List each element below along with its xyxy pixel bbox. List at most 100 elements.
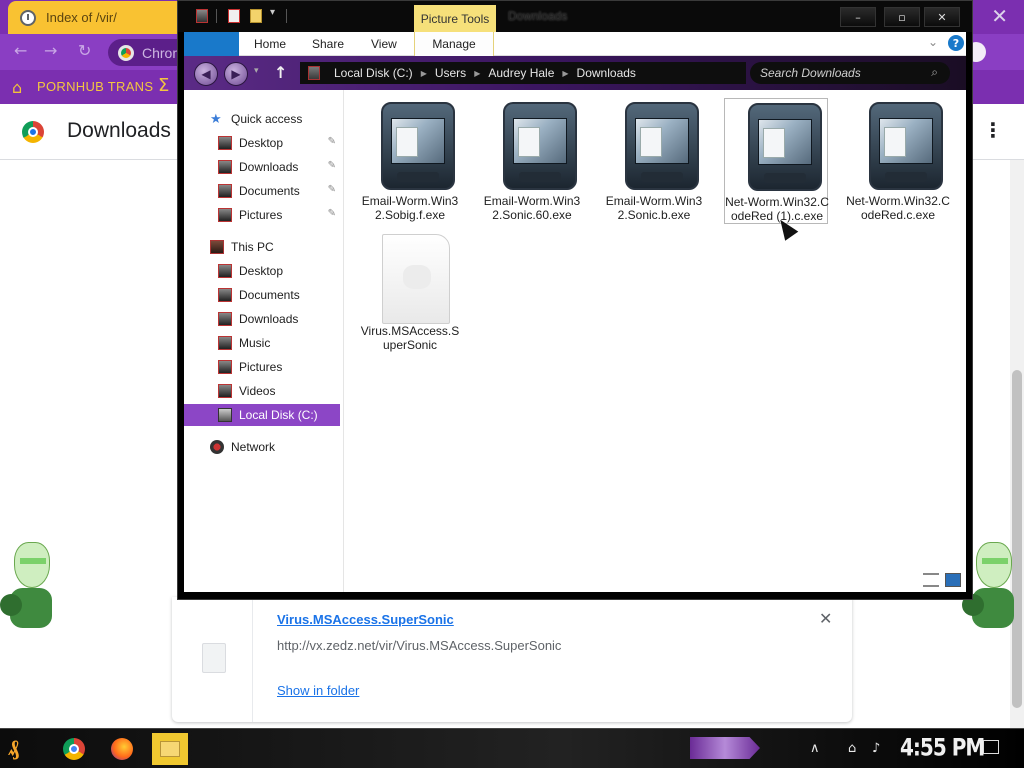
reload-icon[interactable]: ↻ — [78, 41, 91, 60]
chevron-right-icon[interactable]: ▶ — [474, 69, 480, 78]
close-button[interactable]: ✕ — [924, 7, 960, 27]
page-scrollbar[interactable] — [1010, 160, 1024, 728]
tab-manage[interactable]: Manage — [414, 32, 494, 56]
tab-home[interactable]: Home — [254, 32, 286, 56]
music-icon — [218, 336, 232, 350]
recent-locations-icon[interactable]: ▾ — [254, 66, 259, 76]
chrome-close-icon[interactable]: ✕ — [991, 4, 1008, 28]
clock[interactable]: 4:55 PM — [900, 733, 985, 762]
file-item[interactable]: Virus.MSAccess.SuperSonic — [358, 228, 462, 354]
search-icon[interactable]: ⌕ — [931, 65, 938, 80]
maximize-button[interactable]: ▫ — [884, 7, 920, 27]
file-item[interactable]: Email-Worm.Win32.Sonic.b.exe — [602, 98, 706, 224]
nav-label: Music — [239, 336, 271, 350]
folder-icon — [160, 741, 180, 757]
network-tray-icon[interactable]: ⌂ — [848, 741, 856, 756]
forward-button[interactable]: ▶ — [224, 62, 248, 86]
file-item[interactable]: Email-Worm.Win32.Sonic.60.exe — [480, 98, 584, 224]
card-divider — [252, 597, 253, 722]
desktop-icon — [218, 136, 232, 150]
documents-icon — [218, 288, 232, 302]
new-folder-icon[interactable] — [250, 9, 262, 23]
nav-pc-documents[interactable]: Documents — [184, 284, 340, 306]
nav-pc-videos[interactable]: Videos — [184, 380, 340, 402]
minimize-button[interactable]: – — [840, 7, 876, 27]
pin-icon[interactable]: ✎ — [328, 136, 336, 147]
nav-quick-pictures[interactable]: Pictures ✎ — [184, 204, 340, 226]
more-menu-icon[interactable]: ⋮ — [983, 118, 1003, 142]
bookmark-item[interactable]: PORNHUB TRANS — [37, 79, 153, 94]
breadcrumb-item[interactable]: Audrey Hale — [488, 66, 554, 80]
qat-dropdown-icon[interactable]: ▾ — [270, 7, 282, 21]
tab-view[interactable]: View — [371, 32, 397, 56]
nav-network[interactable]: Network — [184, 436, 340, 458]
show-in-folder-link[interactable]: Show in folder — [277, 683, 359, 698]
taskbar-decoration — [690, 737, 760, 759]
start-button[interactable]: ₰ — [8, 735, 40, 763]
nav-label: Videos — [239, 384, 276, 398]
nav-pc-downloads[interactable]: Downloads — [184, 308, 340, 330]
nav-quick-access[interactable]: ★ Quick access — [184, 108, 340, 130]
search-box[interactable]: ⌕ — [750, 62, 950, 84]
network-icon — [210, 440, 224, 454]
nav-quick-documents[interactable]: Documents ✎ — [184, 180, 340, 202]
explorer-titlebar[interactable]: ▾ Picture Tools Downloads – ▫ ✕ — [178, 1, 972, 32]
show-hidden-icons-icon[interactable]: ∧ — [810, 741, 820, 756]
taskbar-file-explorer[interactable] — [152, 733, 188, 765]
breadcrumb-item[interactable]: Downloads — [577, 66, 636, 80]
details-view-icon[interactable] — [923, 573, 939, 587]
chrome-icon — [63, 738, 85, 760]
up-arrow-icon[interactable]: ↑ — [274, 63, 287, 82]
nav-this-pc[interactable]: This PC — [184, 236, 340, 258]
address-bar: ◀ ▶ ▾ ↑ Local Disk (C:) ▶ Users ▶ Audrey… — [184, 56, 966, 90]
nav-label: Desktop — [239, 264, 284, 278]
nav-label: Documents — [239, 184, 300, 198]
chevron-right-icon[interactable]: ▶ — [421, 69, 427, 78]
chrome-tab[interactable]: Index of /vir/ — [8, 1, 198, 34]
taskbar-firefox[interactable] — [104, 733, 140, 765]
properties-icon[interactable] — [228, 9, 240, 23]
nav-pc-pictures[interactable]: Pictures — [184, 356, 340, 378]
expand-ribbon-icon[interactable]: ⌄ — [928, 35, 938, 49]
file-item[interactable]: Email-Worm.Win32.Sobig.f.exe — [358, 98, 462, 224]
remove-download-icon[interactable]: ✕ — [819, 609, 832, 628]
breadcrumb-item[interactable]: Users — [435, 66, 466, 80]
documents-icon — [218, 184, 232, 198]
videos-icon — [218, 384, 232, 398]
file-list: Email-Worm.Win32.Sobig.f.exe Email-Worm.… — [344, 90, 966, 592]
nav-local-disk[interactable]: Local Disk (C:) — [184, 404, 340, 426]
navigation-pane: ★ Quick access Desktop ✎ Downloads ✎ Doc… — [184, 90, 344, 592]
file-item-selected[interactable]: Net-Worm.Win32.CodeRed (1).c.exe — [724, 98, 829, 224]
tab-share[interactable]: Share — [312, 32, 344, 56]
taskbar-chrome[interactable] — [56, 733, 92, 765]
chevron-right-icon[interactable]: ▶ — [562, 69, 568, 78]
pin-icon[interactable]: ✎ — [328, 184, 336, 195]
help-icon[interactable]: ? — [948, 35, 964, 51]
volume-icon[interactable]: ♪ — [872, 741, 880, 756]
nav-pc-music[interactable]: Music — [184, 332, 340, 354]
large-icons-view-icon[interactable] — [945, 573, 961, 587]
picture-tools-label: Picture Tools — [414, 5, 496, 32]
file-name: Email-Worm.Win32.Sonic.b.exe — [605, 194, 703, 222]
scrollbar-thumb[interactable] — [1012, 370, 1022, 708]
file-item[interactable]: Net-Worm.Win32.CodeRed.c.exe — [846, 98, 950, 224]
pin-icon[interactable]: ✎ — [328, 208, 336, 219]
desktop-icon — [218, 264, 232, 278]
pin-icon[interactable]: ✎ — [328, 160, 336, 171]
nav-quick-downloads[interactable]: Downloads ✎ — [184, 156, 340, 178]
executable-icon — [625, 102, 699, 190]
nav-quick-desktop[interactable]: Desktop ✎ — [184, 132, 340, 154]
search-input[interactable] — [760, 66, 925, 80]
breadcrumb[interactable]: Local Disk (C:) ▶ Users ▶ Audrey Hale ▶ … — [300, 62, 746, 84]
breadcrumb-item[interactable]: Local Disk (C:) — [334, 66, 413, 80]
notification-center-icon[interactable] — [983, 740, 999, 754]
bookmark-sigma-icon[interactable]: Σ — [158, 75, 169, 96]
window-app-icon[interactable] — [196, 9, 208, 23]
download-file-link[interactable]: Virus.MSAccess.SuperSonic — [277, 612, 454, 627]
back-button[interactable]: ◀ — [194, 62, 218, 86]
nav-pc-desktop[interactable]: Desktop — [184, 260, 340, 282]
back-arrow-icon[interactable]: ← — [14, 41, 27, 60]
nav-label: Downloads — [239, 160, 299, 174]
pictures-icon — [218, 208, 232, 222]
forward-arrow-icon[interactable]: → — [44, 41, 57, 60]
